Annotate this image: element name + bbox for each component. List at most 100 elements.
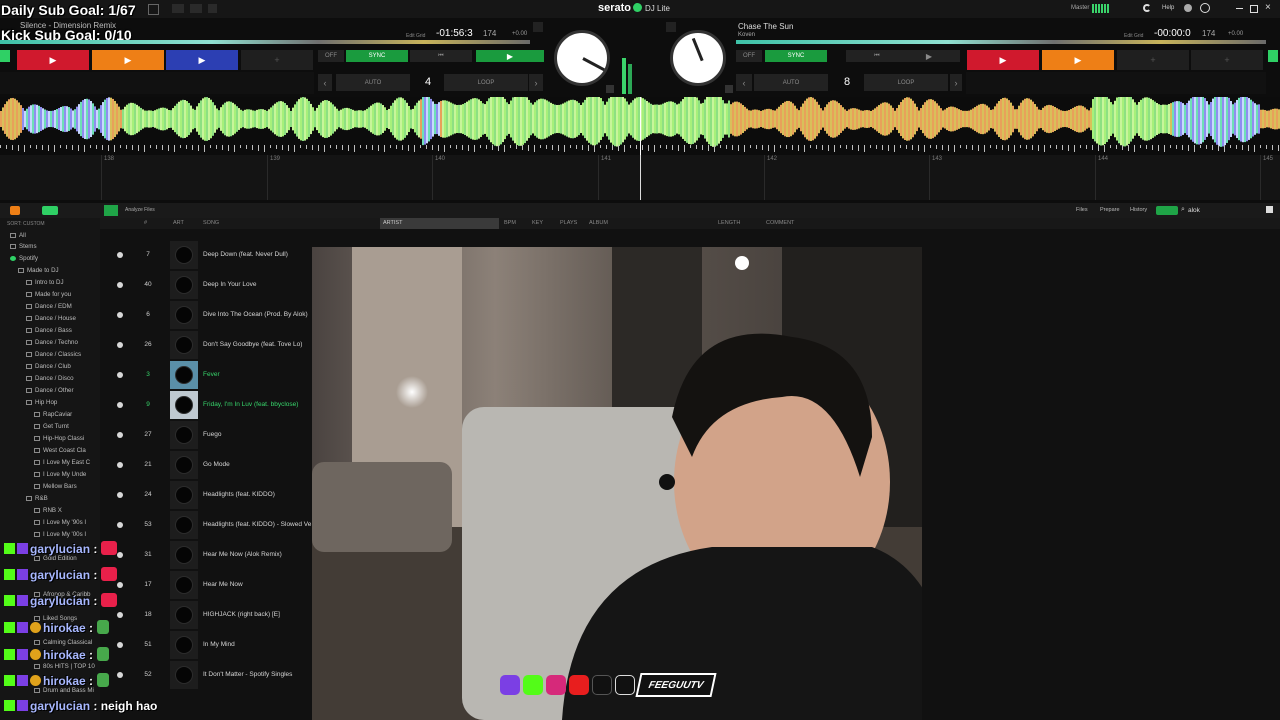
cue-dot-icon[interactable] [117,342,123,348]
add-crate-icon[interactable] [10,206,20,215]
left-cue-pad-4[interactable]: + [241,50,313,70]
sidebar-item[interactable]: Spotify [10,255,38,262]
sidebar-item[interactable]: Get Turnt [34,423,69,430]
sidebar-item[interactable]: Dance / Classics [26,351,81,358]
sidebar-item[interactable]: Dance / Disco [26,375,74,382]
left-track-overview[interactable] [0,40,530,44]
cue-dot-icon[interactable] [117,672,123,678]
night-mode-icon[interactable] [1143,4,1151,12]
right-eject-icon[interactable] [725,85,733,93]
col-comment[interactable]: COMMENT [766,220,794,226]
col-plays[interactable]: PLAYS [560,220,577,226]
cue-dot-icon[interactable] [117,582,123,588]
sidebar-item[interactable]: Made for you [26,291,71,298]
right-loop-prev-icon[interactable]: ‹ [736,74,752,91]
right-play-button[interactable]: ▶ [898,50,960,62]
cue-dot-icon[interactable] [117,282,123,288]
left-platter[interactable] [554,30,610,86]
cue-dot-icon[interactable] [117,312,123,318]
cue-dot-icon[interactable] [117,552,123,558]
waveform-display[interactable] [0,97,1280,155]
sidebar-item[interactable]: West Coast Cla [34,447,86,454]
cue-dot-icon[interactable] [117,522,123,528]
sidebar-item[interactable]: 80s HITS | TOP 10 [34,663,95,670]
close-icon[interactable]: × [1265,2,1271,13]
sidebar-item[interactable]: Dance / Techno [26,339,78,346]
right-loop-button[interactable]: LOOP [864,74,948,91]
cue-dot-icon[interactable] [117,612,123,618]
prepare-tab[interactable]: Prepare [1100,207,1120,213]
midi-icon[interactable] [172,4,184,13]
sidebar-item[interactable]: RNB X [34,507,62,514]
col-length[interactable]: LENGTH [718,220,740,226]
sidebar-item[interactable]: Calming Classical [34,639,92,646]
col-art[interactable]: ART [173,220,184,226]
right-cue-pad-1[interactable]: ▶ [967,50,1039,70]
right-cue-pad-2[interactable]: ▶ [1042,50,1114,70]
sidebar-item[interactable]: Dance / Other [26,387,74,394]
right-platter[interactable] [670,30,726,86]
left-loop-next-icon[interactable]: › [529,74,543,91]
search-input[interactable] [1188,205,1260,215]
left-cue-pad-2[interactable]: ▶ [92,50,164,70]
right-track-overview[interactable] [736,40,1266,44]
sidebar-item[interactable]: I Love My East C [34,459,90,466]
left-play-button[interactable]: ▶ [476,50,544,62]
sidebar-item[interactable]: Hip Hop [26,399,57,406]
sidebar-item[interactable]: I Love My '90s I [34,519,86,526]
sidebar-item[interactable]: Dance / EDM [26,303,72,310]
sidebar-item[interactable]: Mellow Bars [34,483,77,490]
history-tab[interactable]: History [1130,207,1147,213]
beat-grid[interactable]: 138 139 140 141 142 143 144 145 [0,155,1280,200]
sidebar-item[interactable]: I Love My Unde [34,471,86,478]
cue-dot-icon[interactable] [117,402,123,408]
right-off-button[interactable]: OFF [736,50,762,62]
add-smart-crate-icon[interactable] [42,206,58,215]
right-cue-pad-4[interactable]: + [1191,50,1263,70]
sidebar-item[interactable]: R&B [26,495,48,502]
left-eject-icon[interactable] [606,85,614,93]
right-deck-menu-icon[interactable] [666,22,676,32]
left-cue-pad-3[interactable]: ▶ [166,50,238,70]
cue-dot-icon[interactable] [117,462,123,468]
right-sync-button[interactable]: SYNC [765,50,827,62]
right-pad-mode-icon[interactable] [1268,50,1278,62]
maximize-icon[interactable] [1250,5,1258,13]
left-edit-grid[interactable]: Edit Grid [406,33,425,39]
left-cue-pad-1[interactable]: ▶ [17,50,89,70]
sidebar-item[interactable]: Gold Edition [34,555,77,562]
settings-toggle-icon[interactable] [208,4,217,13]
gear-icon[interactable] [1184,4,1192,12]
record-icon[interactable] [148,4,159,15]
cue-dot-icon[interactable] [117,252,123,258]
col-artist[interactable]: ARTIST [383,220,402,226]
cue-dot-icon[interactable] [117,432,123,438]
files-tab[interactable]: Files [1076,207,1088,213]
left-deck-menu-icon[interactable] [533,22,543,32]
help-menu[interactable]: Help [1162,5,1174,11]
sidebar-item[interactable]: Hip-Hop Classi [34,435,84,442]
account-icon[interactable] [1200,3,1210,13]
col-album[interactable]: ALBUM [589,220,608,226]
sidebar-item[interactable]: RapCaviar [34,411,72,418]
online-toggle-icon[interactable] [1156,206,1178,215]
cue-dot-icon[interactable] [117,372,123,378]
sidebar-item[interactable]: Dance / Club [26,363,71,370]
left-loop-prev-icon[interactable]: ‹ [318,74,332,91]
cue-dot-icon[interactable] [117,642,123,648]
sidebar-item[interactable]: All [10,232,26,239]
sidebar-item[interactable]: Intro to DJ [26,279,64,286]
fx-icon[interactable] [190,4,202,13]
left-auto-button[interactable]: AUTO [336,74,410,91]
library-view-icon[interactable] [104,205,118,216]
col-song[interactable]: SONG [203,220,219,226]
sidebar-item[interactable]: Dance / Bass [26,327,72,334]
sidebar-item[interactable]: Made to DJ [18,267,59,274]
left-sync-button[interactable]: SYNC [346,50,408,62]
left-pad-mode-icon[interactable] [0,50,10,62]
left-loop-button[interactable]: LOOP [444,74,528,91]
right-loop-next-icon[interactable]: › [950,74,962,91]
col-num[interactable]: # [144,220,147,226]
left-off-button[interactable]: OFF [318,50,344,62]
right-auto-button[interactable]: AUTO [754,74,828,91]
